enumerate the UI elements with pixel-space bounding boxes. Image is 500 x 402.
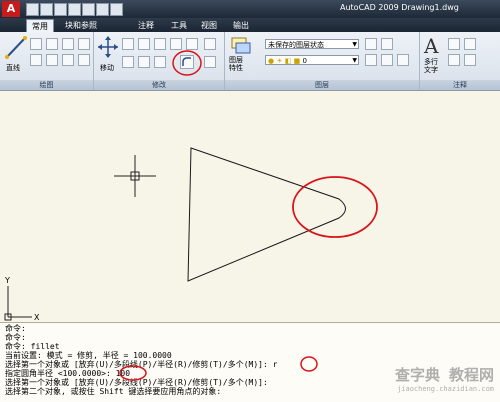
rectangle-icon[interactable] xyxy=(78,38,90,50)
command-prompt-line: 选择第二个对象, 或按住 Shift 键选择要应用角点的对象: xyxy=(5,387,222,396)
redo-icon[interactable] xyxy=(96,3,109,16)
window-title: AutoCAD 2009 Drawing1.dwg xyxy=(340,3,459,12)
autocad-logo-icon[interactable]: A xyxy=(2,1,20,17)
arc-icon[interactable] xyxy=(46,54,58,66)
radius-option-highlight xyxy=(300,356,318,372)
tab-tools[interactable]: 工具 xyxy=(166,19,192,32)
ucs-y-label: Y xyxy=(4,276,10,285)
filleted-triangle[interactable] xyxy=(187,147,346,282)
line-tool-icon[interactable] xyxy=(4,35,28,61)
scale-icon[interactable] xyxy=(186,38,198,50)
annotation-panel-title[interactable]: 注释 xyxy=(420,80,500,90)
layer-name-value: 0 xyxy=(302,57,307,65)
watermark-sub: jiaocheng.chazidian.com xyxy=(397,385,494,393)
ribbon-tab-bar: 常用 块和参照 注释 工具 视图 输出 xyxy=(0,18,500,33)
copy-icon[interactable] xyxy=(122,38,134,50)
rotate-icon[interactable] xyxy=(154,38,166,50)
fillet-highlight-circle xyxy=(172,50,202,76)
annotation-more-icon[interactable] xyxy=(464,54,476,66)
layer-dropdown[interactable]: ● ☀ ◧ ■ 0 ▼ xyxy=(265,55,359,65)
layers-panel-title[interactable]: 图层 xyxy=(225,80,419,90)
circle-icon[interactable] xyxy=(30,54,42,66)
layer-state-value: 未保存的图层状态 xyxy=(268,41,324,49)
line-tool-label: 直线 xyxy=(6,64,20,72)
array-icon[interactable] xyxy=(204,56,216,68)
erase-icon[interactable] xyxy=(122,56,134,68)
tab-blocks-references[interactable]: 块和参照 xyxy=(60,19,102,32)
polyline-icon[interactable] xyxy=(30,38,42,50)
move-tool-icon[interactable] xyxy=(98,36,118,58)
move-tool-label: 移动 xyxy=(100,64,114,72)
stretch-icon[interactable] xyxy=(138,38,150,50)
title-bar: A AutoCAD 2009 Drawing1.dwg xyxy=(0,0,500,18)
multiline-text-label: 多行 文字 xyxy=(424,58,438,74)
layers-panel: 图层 特性 未保存的图层状态 ▼ ● ☀ ◧ ■ 0 ▼ 图层 xyxy=(225,32,420,90)
polygon-icon[interactable] xyxy=(62,38,74,50)
draw-panel: 直线 绘图 xyxy=(0,32,94,90)
tab-view[interactable]: 视图 xyxy=(196,19,222,32)
modify-panel-title[interactable]: 修改 xyxy=(94,80,224,90)
annotation-panel: A 多行 文字 注释 xyxy=(420,32,500,90)
ellipse-icon[interactable] xyxy=(62,54,74,66)
layer-state-restore-icon[interactable] xyxy=(381,38,393,50)
trim-icon[interactable] xyxy=(138,56,150,68)
drawing-canvas[interactable]: Y X xyxy=(0,91,500,322)
layer-status-icons: ● ☀ ◧ ■ xyxy=(268,57,303,65)
modify-panel: 移动 修改 xyxy=(94,32,225,90)
layer-state-save-icon[interactable] xyxy=(365,38,377,50)
leader-icon[interactable] xyxy=(464,38,476,50)
save-icon[interactable] xyxy=(54,3,67,16)
draw-panel-title[interactable]: 绘图 xyxy=(0,80,93,90)
layer-match-icon[interactable] xyxy=(365,54,377,66)
crosshair-cursor-icon xyxy=(114,155,156,197)
tab-annotate[interactable]: 注释 xyxy=(133,19,159,32)
extend-icon[interactable] xyxy=(154,56,166,68)
chevron-down-icon: ▼ xyxy=(352,57,357,64)
polyline-dropdown-icon[interactable] xyxy=(46,38,58,50)
command-line[interactable]: 命令: 命令: 命令: fillet 当前设置: 模式 = 修剪, 半径 = 1… xyxy=(0,322,500,402)
quick-access-dropdown-icon[interactable] xyxy=(110,3,123,16)
watermark: 查字典 教程网 jiaocheng.chazidian.com xyxy=(395,368,494,396)
modify-more-icon[interactable] xyxy=(204,38,216,50)
new-file-icon[interactable] xyxy=(26,3,39,16)
layer-previous-icon[interactable] xyxy=(381,54,393,66)
fillet-corner-highlight xyxy=(292,176,378,238)
undo-icon[interactable] xyxy=(82,3,95,16)
ucs-x-label: X xyxy=(34,313,40,322)
open-file-icon[interactable] xyxy=(40,3,53,16)
tab-output[interactable]: 输出 xyxy=(228,19,254,32)
dimension-icon[interactable] xyxy=(448,38,460,50)
mirror-icon[interactable] xyxy=(170,38,182,50)
ucs-icon xyxy=(4,286,32,321)
layer-state-dropdown[interactable]: 未保存的图层状态 ▼ xyxy=(265,39,359,49)
layer-properties-label: 图层 特性 xyxy=(229,56,243,72)
multiline-text-icon[interactable]: A xyxy=(424,34,438,58)
layer-isolate-icon[interactable] xyxy=(397,54,409,66)
layer-properties-icon[interactable] xyxy=(230,36,252,56)
ribbon: 直线 绘图 移动 修改 图层 特性 未保存的图层状态 ▼ ● ☀ ◧ ■ 0 ▼… xyxy=(0,32,500,91)
hatch-icon[interactable] xyxy=(78,54,90,66)
plot-icon[interactable] xyxy=(68,3,81,16)
tab-home[interactable]: 常用 xyxy=(26,19,54,33)
drawing-area[interactable]: Y X xyxy=(0,91,500,322)
table-icon[interactable] xyxy=(448,54,460,66)
chevron-down-icon: ▼ xyxy=(352,41,357,48)
